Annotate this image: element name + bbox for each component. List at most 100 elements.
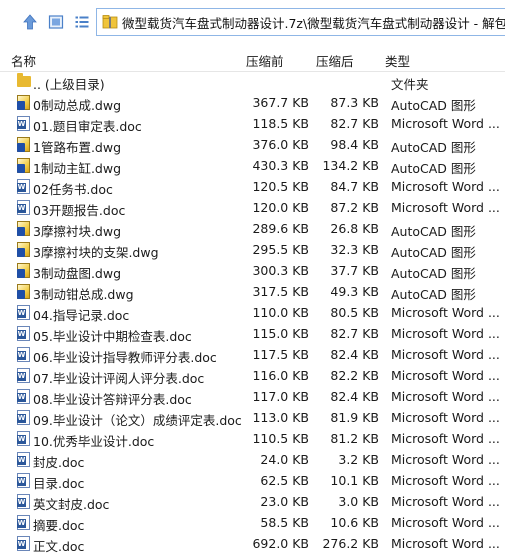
- dwg-icon: [16, 283, 32, 300]
- file-size: 116.0 KB: [252, 368, 309, 383]
- file-row[interactable]: 07.毕业设计评阅人评分表.doc 116.0 KB 82.2 KB Microsof…: [0, 365, 505, 386]
- list-view-button[interactable]: [72, 11, 92, 33]
- doc-icon: [16, 409, 32, 426]
- file-size: 62.5 KB: [260, 473, 309, 488]
- file-row[interactable]: 1管路布置.dwg 376.0 KB 98.4 KB AutoCAD 图形: [0, 134, 505, 155]
- file-size: 23.0 KB: [260, 494, 309, 509]
- file-row[interactable]: 03开题报告.doc 120.0 KB 87.2 KB Microsoft Word …: [0, 197, 505, 218]
- file-row[interactable]: 10.优秀毕业设计.doc 110.5 KB 81.2 KB Microsoft Wo…: [0, 428, 505, 449]
- file-name: 封皮.doc: [33, 455, 85, 470]
- file-row[interactable]: 08.毕业设计答辩评分表.doc 117.0 KB 82.4 KB Microsoft…: [0, 386, 505, 407]
- list-view-icon: [75, 16, 89, 28]
- file-name: 03开题报告.doc: [33, 203, 126, 218]
- up-folder-button[interactable]: [20, 11, 40, 33]
- doc-icon: [16, 514, 32, 531]
- file-packed-size: 32.3 KB: [330, 242, 379, 257]
- doc-icon: [16, 430, 32, 447]
- column-size[interactable]: 压缩前: [246, 51, 284, 70]
- file-packed-size: 82.7 KB: [330, 326, 379, 341]
- file-size: 115.0 KB: [252, 326, 309, 341]
- file-type: 文件夹: [391, 77, 429, 92]
- file-name: 10.优秀毕业设计.doc: [33, 434, 155, 449]
- file-size: 110.5 KB: [252, 431, 309, 446]
- file-name: 3制动盘图.dwg: [33, 266, 122, 281]
- file-packed-size: 26.8 KB: [330, 221, 379, 236]
- file-row[interactable]: 摘要.doc 58.5 KB 10.6 KB Microsoft Word ...: [0, 512, 505, 533]
- column-type[interactable]: 类型: [385, 51, 410, 70]
- file-type: Microsoft Word ...: [391, 473, 500, 488]
- file-row[interactable]: 目录.doc 62.5 KB 10.1 KB Microsoft Word ...: [0, 470, 505, 491]
- file-row[interactable]: 英文封皮.doc 23.0 KB 3.0 KB Microsoft Word ...: [0, 491, 505, 512]
- file-packed-size: 87.3 KB: [330, 95, 379, 110]
- file-type: Microsoft Word ...: [391, 305, 500, 320]
- dwg-icon: [16, 220, 32, 237]
- doc-icon: [16, 346, 32, 363]
- file-packed-size: 10.1 KB: [330, 473, 379, 488]
- file-size: 367.7 KB: [252, 95, 309, 110]
- thumbnail-view-button[interactable]: [46, 11, 66, 33]
- doc-icon: [16, 493, 32, 510]
- file-row[interactable]: 3制动盘图.dwg 300.3 KB 37.7 KB AutoCAD 图形: [0, 260, 505, 281]
- file-size: 113.0 KB: [252, 410, 309, 425]
- file-type: Microsoft Word ...: [391, 452, 500, 467]
- file-type: Microsoft Word ...: [391, 347, 500, 362]
- doc-icon: [16, 115, 32, 132]
- file-name: 04.指导记录.doc: [33, 308, 130, 323]
- file-row[interactable]: 02任务书.doc 120.5 KB 84.7 KB Microsoft Word .…: [0, 176, 505, 197]
- file-size: 120.0 KB: [252, 200, 309, 215]
- file-name: 1管路布置.dwg: [33, 140, 122, 155]
- file-row[interactable]: 01.题目审定表.doc 118.5 KB 82.7 KB Microsoft Wor…: [0, 113, 505, 134]
- file-packed-size: 10.6 KB: [330, 515, 379, 530]
- file-name: 05.毕业设计中期检查表.doc: [33, 329, 192, 344]
- file-list: .. (上级目录) 文件夹 0制动总成.dwg 367.7 KB 87.3 KB Auto…: [0, 71, 505, 554]
- file-packed-size: 81.9 KB: [330, 410, 379, 425]
- file-size: 692.0 KB: [252, 536, 309, 551]
- dwg-icon: [16, 157, 32, 174]
- file-row[interactable]: 3摩擦衬块.dwg 289.6 KB 26.8 KB AutoCAD 图形: [0, 218, 505, 239]
- file-row[interactable]: 封皮.doc 24.0 KB 3.2 KB Microsoft Word ...: [0, 449, 505, 470]
- file-name: 3摩擦衬块的支架.dwg: [33, 245, 159, 260]
- doc-icon: [16, 367, 32, 384]
- arrow-up-icon: [23, 14, 37, 30]
- archive-window: 微型载货汽车盘式制动器设计.7z\微型载货汽车盘式制动器设计 - 解包大小为 1…: [0, 0, 505, 559]
- file-packed-size: 82.4 KB: [330, 389, 379, 404]
- file-size: 295.5 KB: [252, 242, 309, 257]
- file-row[interactable]: 06.毕业设计指导教师评分表.doc 117.5 KB 82.4 KB Microso…: [0, 344, 505, 365]
- file-type: Microsoft Word ...: [391, 431, 500, 446]
- file-name: 01.题目审定表.doc: [33, 119, 142, 134]
- file-type: AutoCAD 图形: [391, 245, 476, 260]
- file-size: 376.0 KB: [252, 137, 309, 152]
- dwg-icon: [16, 262, 32, 279]
- file-row[interactable]: 正文.doc 692.0 KB 276.2 KB Microsoft Word ...: [0, 533, 505, 554]
- file-packed-size: 3.2 KB: [338, 452, 379, 467]
- file-type: AutoCAD 图形: [391, 266, 476, 281]
- file-row[interactable]: 3摩擦衬块的支架.dwg 295.5 KB 32.3 KB AutoCAD 图形: [0, 239, 505, 260]
- file-size: 117.5 KB: [252, 347, 309, 362]
- file-type: AutoCAD 图形: [391, 224, 476, 239]
- file-row[interactable]: 1制动主缸.dwg 430.3 KB 134.2 KB AutoCAD 图形: [0, 155, 505, 176]
- file-row[interactable]: 04.指导记录.doc 110.0 KB 80.5 KB Microsoft Word…: [0, 302, 505, 323]
- doc-icon: [16, 388, 32, 405]
- file-type: Microsoft Word ...: [391, 536, 500, 551]
- column-header: 名称 压缩前 压缩后 类型: [0, 45, 505, 72]
- file-row[interactable]: 05.毕业设计中期检查表.doc 115.0 KB 82.7 KB Microsoft…: [0, 323, 505, 344]
- doc-icon: [16, 535, 32, 552]
- file-packed-size: 84.7 KB: [330, 179, 379, 194]
- file-row[interactable]: .. (上级目录) 文件夹: [0, 71, 505, 92]
- address-path: 微型载货汽车盘式制动器设计.7z\微型载货汽车盘式制动器设计 - 解包大小为 1…: [122, 15, 505, 31]
- file-row[interactable]: 09.毕业设计（论文）成绩评定表.doc 113.0 KB 81.9 KB Micro…: [0, 407, 505, 428]
- file-row[interactable]: 0制动总成.dwg 367.7 KB 87.3 KB AutoCAD 图形: [0, 92, 505, 113]
- file-row[interactable]: 3制动钳总成.dwg 317.5 KB 49.3 KB AutoCAD 图形: [0, 281, 505, 302]
- file-packed-size: 82.2 KB: [330, 368, 379, 383]
- file-packed-size: 98.4 KB: [330, 137, 379, 152]
- file-size: 110.0 KB: [252, 305, 309, 320]
- file-name: 08.毕业设计答辩评分表.doc: [33, 392, 192, 407]
- archive-icon: [102, 15, 118, 29]
- file-size: 317.5 KB: [252, 284, 309, 299]
- column-name[interactable]: 名称: [11, 51, 36, 70]
- doc-icon: [16, 304, 32, 321]
- file-name: 目录.doc: [33, 476, 85, 491]
- address-bar[interactable]: 微型载货汽车盘式制动器设计.7z\微型载货汽车盘式制动器设计 - 解包大小为 1…: [96, 8, 505, 36]
- column-packed-size[interactable]: 压缩后: [316, 51, 354, 70]
- dwg-icon: [16, 94, 32, 111]
